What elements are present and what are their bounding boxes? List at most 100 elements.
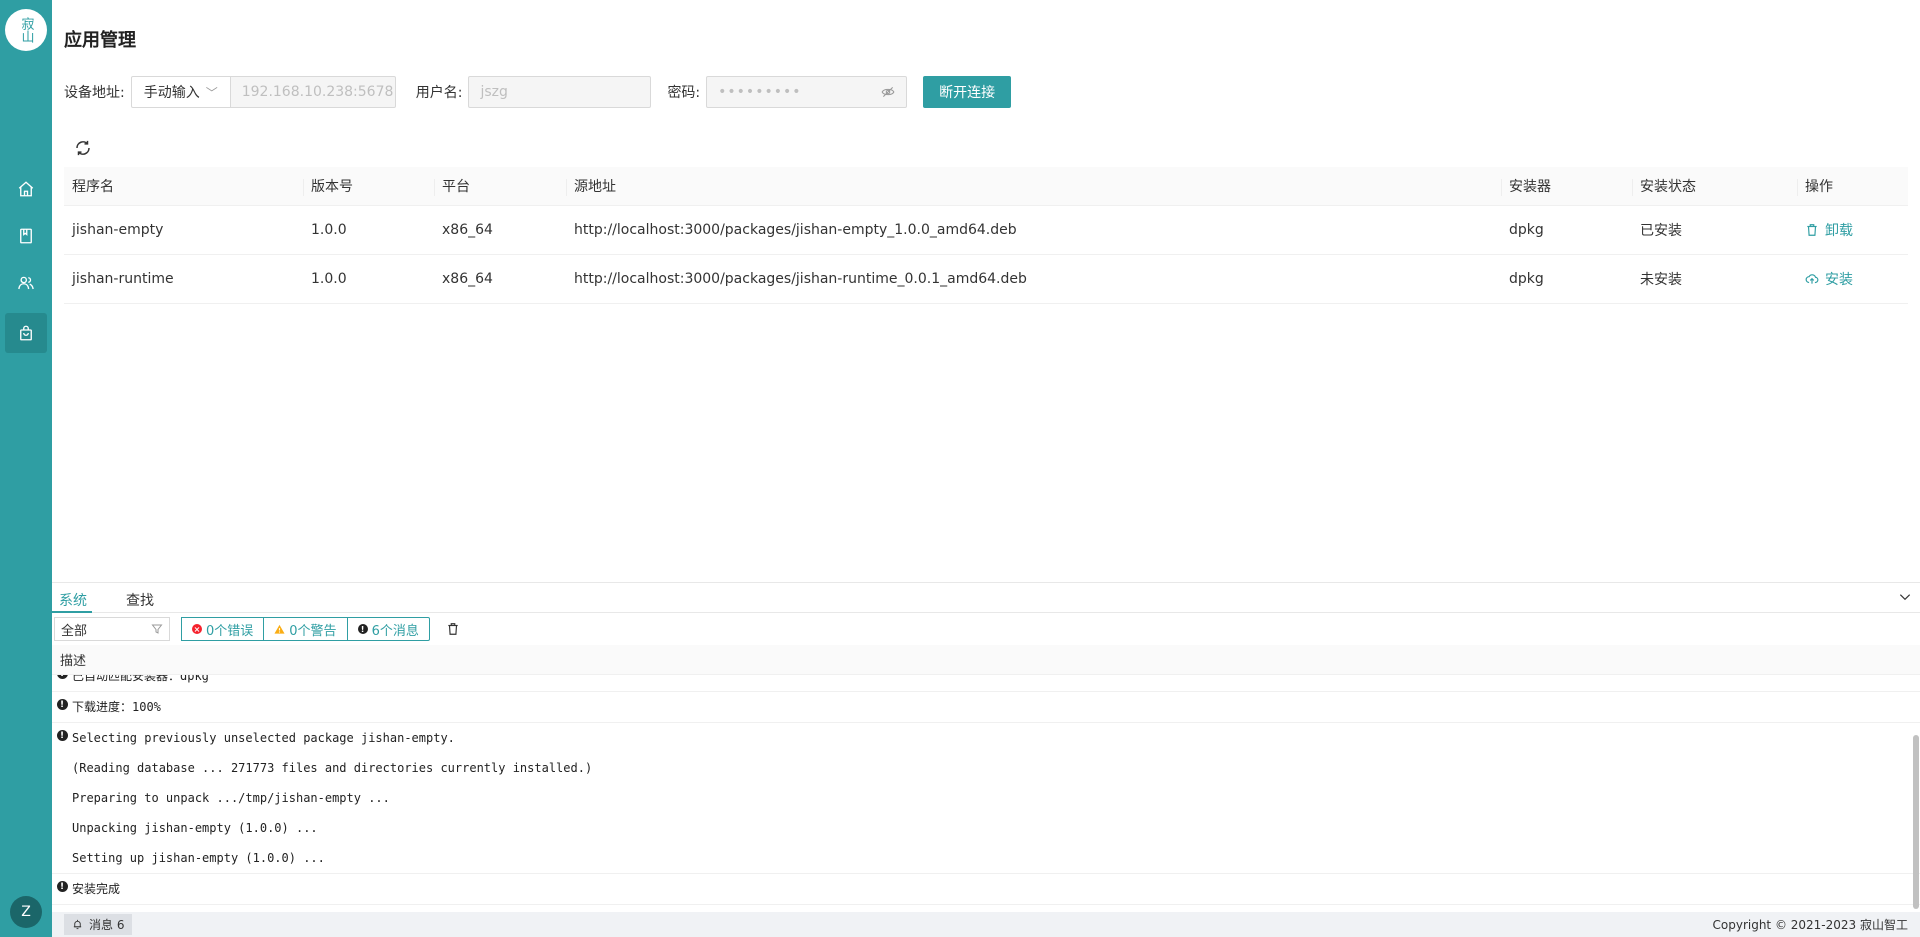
log-column-header: 描述 <box>52 645 1920 675</box>
messages-count: 6个消息 <box>371 623 419 639</box>
password-label: 密码: <box>667 85 701 101</box>
log-line: Preparing to unpack .../tmp/jishan-empty… <box>72 791 390 805</box>
log-line: 下载进度：100% <box>72 700 161 714</box>
log-entry: ! Selecting previously unselected packag… <box>52 723 1920 874</box>
table-header: 程序名 版本号 平台 源地址 安装器 安装状态 操作 <box>64 167 1908 206</box>
sidebar-item-docs[interactable] <box>5 216 47 256</box>
copyright-text: Copyright © 2021-2023 寂山智工 <box>1712 918 1909 932</box>
log-filter-bar: 全部 × 0个错误 0个警告 ! 6个消息 <box>52 613 1920 645</box>
bag-icon <box>20 325 32 341</box>
errors-count: 0个错误 <box>206 623 254 639</box>
messages-indicator[interactable]: 消息 6 <box>64 914 133 935</box>
chevron-down-icon: ﹀ <box>205 85 218 100</box>
username-input[interactable]: jszg <box>468 76 652 108</box>
cell-installer: dpkg <box>1509 222 1544 238</box>
log-entry: ! 安装完成 <box>52 874 1920 905</box>
warnings-count: 0个警告 <box>289 623 337 639</box>
log-line: 安装完成 <box>72 882 121 896</box>
filter-icon <box>151 624 163 634</box>
sidebar-item-users[interactable] <box>5 263 47 303</box>
log-line: (Reading database ... 271773 files and d… <box>72 761 593 775</box>
sidebar-item-apps[interactable] <box>5 313 47 353</box>
cell-version: 1.0.0 <box>311 271 347 287</box>
clear-logs-icon[interactable] <box>446 622 460 636</box>
tab-system[interactable]: 系统 <box>59 590 87 610</box>
output-panel: 系统 查找 全部 × 0个错误 0个警告 ! 6个消息 描述 已自动匹配安装器：… <box>52 582 1920 912</box>
status-bar: 消息 6 Copyright © 2021-2023 寂山智工 <box>52 912 1920 937</box>
page-title: 应用管理 <box>64 30 136 51</box>
password-input[interactable]: ••••••••• <box>706 76 908 108</box>
cell-installer: dpkg <box>1509 271 1544 287</box>
info-icon: ! <box>357 624 368 634</box>
address-mode-value: 手动输入 <box>143 85 200 101</box>
cell-source: http://localhost:3000/packages/jishan-ru… <box>574 271 1027 287</box>
avatar[interactable]: Z <box>10 896 42 928</box>
password-value: ••••••••• <box>718 84 802 100</box>
chevron-down-icon[interactable] <box>1898 590 1912 604</box>
address-mode-select[interactable]: 手动输入 ﹀ <box>130 76 231 108</box>
cell-action: 卸载 <box>1797 220 1908 240</box>
messages-indicator-label: 消息 6 <box>89 918 125 932</box>
column-header-source: 源地址 <box>566 176 1501 196</box>
username-value: jszg <box>480 84 508 100</box>
disconnect-button[interactable]: 断开连接 <box>923 76 1012 108</box>
address-value: 192.168.10.238:5678 <box>241 84 394 100</box>
home-icon <box>18 181 34 197</box>
column-header-action: 操作 <box>1797 176 1908 196</box>
log-scroll-content: ! 已自动匹配安装器：dpkg ! 下载进度：100% ! Selecting … <box>52 675 1920 905</box>
log-level-value: 全部 <box>61 623 88 639</box>
connection-form: 设备地址: 手动输入 ﹀ 192.168.10.238:5678 用户名: js… <box>64 76 1012 108</box>
log-entry: ! 已自动匹配安装器：dpkg <box>52 675 1920 692</box>
log-line: 已自动匹配安装器：dpkg <box>72 675 209 683</box>
delete-icon <box>1807 224 1817 236</box>
table-row: jishan-empty 1.0.0 x86_64 http://localho… <box>64 206 1908 255</box>
uninstall-button[interactable]: 卸载 <box>1805 220 1900 240</box>
sidebar-item-home[interactable] <box>5 169 47 209</box>
messages-toggle[interactable]: ! 6个消息 <box>346 617 430 641</box>
book-icon <box>20 228 32 244</box>
info-icon: ! <box>56 675 68 679</box>
logo-text: 寂山 <box>18 17 34 43</box>
user-label: 用户名: <box>415 85 463 101</box>
column-header-status: 安装状态 <box>1632 176 1797 196</box>
log-line: Selecting previously unselected package … <box>72 731 455 745</box>
uninstall-label: 卸载 <box>1825 223 1853 239</box>
install-button[interactable]: 安装 <box>1805 269 1900 289</box>
tab-search[interactable]: 查找 <box>126 590 154 610</box>
column-header-name: 程序名 <box>72 179 114 195</box>
cell-version: 1.0.0 <box>311 222 347 238</box>
cloud-upload-icon <box>1805 274 1819 284</box>
log-level-select[interactable]: 全部 <box>54 617 170 641</box>
cell-source: http://localhost:3000/packages/jishan-em… <box>574 222 1017 238</box>
logo: 寂山 <box>5 9 47 51</box>
errors-toggle[interactable]: × 0个错误 <box>181 617 265 641</box>
cell-action: 安装 <box>1797 269 1908 289</box>
eye-invisible-icon[interactable] <box>881 85 895 99</box>
cell-platform: x86_64 <box>442 271 493 287</box>
sidebar: 寂山 Z <box>0 0 52 937</box>
address-input[interactable]: 192.168.10.238:5678 <box>230 76 396 108</box>
panel-tabs: 系统 查找 <box>52 583 1920 613</box>
bell-icon <box>73 919 82 930</box>
info-icon: ! <box>56 881 68 892</box>
cell-name: jishan-runtime <box>72 271 174 287</box>
warning-icon <box>274 624 285 634</box>
log-scrollbar[interactable] <box>1913 735 1919 909</box>
info-icon: ! <box>56 730 68 741</box>
warnings-toggle[interactable]: 0个警告 <box>263 617 348 641</box>
log-line: Unpacking jishan-empty (1.0.0) ... <box>72 821 318 835</box>
cell-status: 已安装 <box>1640 223 1682 239</box>
install-label: 安装 <box>1825 272 1853 288</box>
cell-platform: x86_64 <box>442 222 493 238</box>
tab-ink-bar <box>52 611 92 613</box>
address-label: 设备地址: <box>64 85 125 101</box>
info-icon: ! <box>56 699 68 710</box>
refresh-icon[interactable] <box>74 139 92 157</box>
apps-table: 程序名 版本号 平台 源地址 安装器 安装状态 操作 jishan-empty … <box>64 167 1908 304</box>
column-header-version: 版本号 <box>303 176 434 196</box>
log-line: Setting up jishan-empty (1.0.0) ... <box>72 851 325 865</box>
log-entry: ! 下载进度：100% <box>52 692 1920 723</box>
log-list: ! 已自动匹配安装器：dpkg ! 下载进度：100% ! Selecting … <box>52 675 1920 911</box>
app-window: 寂山 Z 应用管理 设备地址: 手动输入 ﹀ 192.168.10.238:56… <box>0 0 1920 937</box>
cell-name: jishan-empty <box>72 222 164 238</box>
